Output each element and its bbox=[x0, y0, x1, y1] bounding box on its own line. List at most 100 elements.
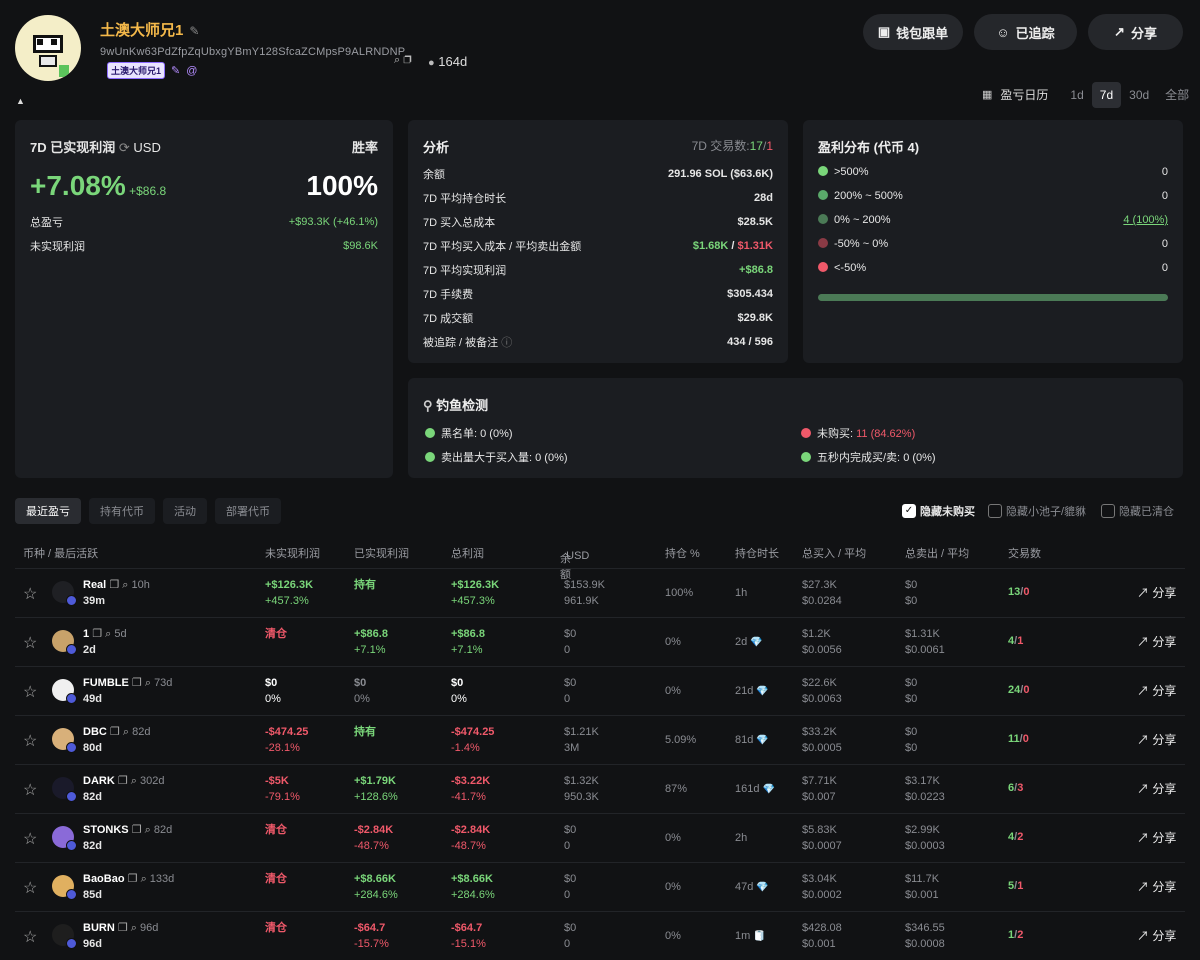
pnl-calendar-link[interactable]: 盈亏日历 bbox=[1000, 86, 1048, 103]
checkbox-icon[interactable] bbox=[988, 504, 1002, 518]
tf-30d[interactable]: 30d bbox=[1121, 82, 1157, 108]
col-duration[interactable]: 持仓时长 bbox=[735, 545, 779, 561]
tab-activity[interactable]: 活动 bbox=[163, 498, 207, 524]
row-share-button[interactable]: ↗ 分享 bbox=[1137, 682, 1176, 699]
row-share-button[interactable]: ↗ 分享 bbox=[1137, 780, 1176, 797]
duration-cell: 21d 💎 bbox=[735, 685, 769, 697]
star-icon[interactable]: ☆ bbox=[23, 780, 37, 800]
star-icon[interactable]: ☆ bbox=[23, 829, 37, 849]
at-icon[interactable]: @ bbox=[186, 65, 197, 77]
unrealized-cell: +$126.3K +457.3% bbox=[265, 579, 314, 607]
col-bought[interactable]: 总买入 / 平均 bbox=[802, 545, 866, 561]
edit-tag-icon[interactable]: ✎ bbox=[171, 64, 180, 77]
copy-icon[interactable]: ❐ bbox=[92, 628, 102, 640]
search-icon[interactable]: ⌕ bbox=[131, 775, 137, 787]
checkbox-icon[interactable]: ✓ bbox=[902, 504, 916, 518]
row-share-button[interactable]: ↗ 分享 bbox=[1137, 731, 1176, 748]
col-realized[interactable]: 已实现利润 bbox=[354, 545, 409, 561]
tab-deployed[interactable]: 部署代币 bbox=[215, 498, 281, 524]
col-total[interactable]: 总利润 bbox=[451, 545, 484, 561]
diamond-icon: 💎 bbox=[756, 882, 769, 893]
table-row[interactable]: ☆ 1 ❐ ⌕ 5d 2d 清仓 +$86.8 +7.1% +$86.8 +7.1% $0 0 0%… bbox=[15, 617, 1185, 666]
refresh-icon[interactable]: ⟳ bbox=[119, 140, 130, 155]
copy-trade-button[interactable]: ▣ 钱包跟单 bbox=[863, 14, 963, 50]
sold-cell: $0 $0 bbox=[905, 726, 918, 754]
filter-hide-unbought[interactable]: ✓ 隐藏未购买 bbox=[902, 503, 975, 519]
col-trades[interactable]: 交易数 bbox=[1008, 545, 1041, 561]
total-profit-cell: +$86.8 +7.1% bbox=[451, 628, 485, 656]
search-icon[interactable]: ⌕ bbox=[131, 922, 137, 934]
row-share-button[interactable]: ↗ 分享 bbox=[1137, 878, 1176, 895]
wallet-name: 土澳大师兄1 ✎ bbox=[100, 22, 200, 39]
position-cell: 0% bbox=[665, 685, 681, 697]
row-share-button[interactable]: ↗ 分享 bbox=[1137, 584, 1176, 601]
unrealized-cell: 清仓 bbox=[265, 628, 287, 640]
help-icon[interactable]: ⓘ bbox=[501, 337, 512, 349]
star-icon[interactable]: ☆ bbox=[23, 584, 37, 604]
tab-holdings[interactable]: 持有代币 bbox=[89, 498, 155, 524]
total-profit-cell: -$3.22K -41.7% bbox=[451, 775, 491, 803]
tf-1d[interactable]: 1d bbox=[1062, 82, 1091, 108]
search-icon[interactable]: ⌕ bbox=[141, 873, 147, 885]
tf-7d[interactable]: 7d bbox=[1091, 81, 1122, 108]
star-icon[interactable]: ☆ bbox=[23, 682, 37, 702]
search-icon[interactable]: ⌕ bbox=[394, 54, 400, 66]
copy-icon[interactable]: ❐ bbox=[132, 824, 142, 836]
table-row[interactable]: ☆ BaoBao ❐ ⌕ 133d 85d 清仓 +$8.66K +284.6% +$8.6… bbox=[15, 862, 1185, 911]
dot-icon bbox=[801, 428, 811, 438]
copy-icon[interactable]: ❐ bbox=[403, 54, 411, 66]
analysis-title: 分析 bbox=[423, 140, 450, 155]
copy-icon[interactable]: ❐ bbox=[109, 579, 119, 591]
table-row[interactable]: ☆ STONKS ❐ ⌕ 82d 82d 清仓 -$2.84K -48.7% -$2.84K… bbox=[15, 813, 1185, 862]
following-button[interactable]: ☺ 已追踪 bbox=[974, 14, 1077, 50]
tf-all[interactable]: 全部 bbox=[1157, 80, 1197, 109]
total-profit-cell: $0 0% bbox=[451, 677, 467, 705]
share-icon: ↗ bbox=[1114, 24, 1125, 39]
table-row[interactable]: ☆ DARK ❐ ⌕ 302d 82d -$5K -79.1% +$1.79K +128.6… bbox=[15, 764, 1185, 813]
chevron-up-icon[interactable]: ▲ bbox=[16, 96, 25, 106]
star-icon[interactable]: ☆ bbox=[23, 731, 37, 751]
copy-icon[interactable]: ❐ bbox=[118, 775, 128, 787]
chain-icon bbox=[66, 595, 77, 606]
table-row[interactable]: ☆ DBC ❐ ⌕ 82d 80d -$474.25 -28.1% 持有 -$474.25-… bbox=[15, 715, 1185, 764]
filter-hide-small-pool[interactable]: 隐藏小池子/貔貅 bbox=[988, 503, 1086, 519]
table-row[interactable]: ☆ FUMBLE ❐ ⌕ 73d 49d $0 0% $0 0% $0 0% $0 0 0% 21d 💎… bbox=[15, 666, 1185, 715]
col-balance[interactable]: 余额 USD bbox=[560, 545, 589, 581]
total-profit-cell: +$8.66K +284.6% bbox=[451, 873, 495, 901]
star-icon[interactable]: ☆ bbox=[23, 878, 37, 898]
copy-icon[interactable]: ❐ bbox=[132, 677, 142, 689]
trades-cell: 5/1 bbox=[1008, 880, 1024, 892]
tab-recent-pnl[interactable]: 最近盈亏 bbox=[15, 498, 81, 524]
col-position[interactable]: 持仓 % bbox=[665, 545, 700, 561]
search-icon[interactable]: ⌕ bbox=[145, 677, 151, 689]
search-icon[interactable]: ⌕ bbox=[105, 628, 111, 640]
checkbox-icon[interactable] bbox=[1101, 504, 1115, 518]
row-share-button[interactable]: ↗ 分享 bbox=[1137, 829, 1176, 846]
avatar[interactable] bbox=[15, 15, 81, 81]
search-icon[interactable]: ⌕ bbox=[122, 579, 128, 591]
filter-hide-closed[interactable]: 隐藏已清仓 bbox=[1101, 503, 1174, 519]
star-icon[interactable]: ☆ bbox=[23, 633, 37, 653]
search-icon[interactable]: ⌕ bbox=[123, 726, 129, 738]
search-icon[interactable]: ⌕ bbox=[145, 824, 151, 836]
share-button[interactable]: ↗ 分享 bbox=[1088, 14, 1183, 50]
row-share-button[interactable]: ↗ 分享 bbox=[1137, 927, 1176, 944]
diamond-icon: 💎 bbox=[756, 735, 769, 746]
sol-icon: ● bbox=[428, 57, 435, 69]
table-row[interactable]: ☆ Real ❐ ⌕ 10h 39m +$126.3K +457.3% 持有 +$126.3… bbox=[15, 568, 1185, 617]
duration-cell: 161d 💎 bbox=[735, 783, 775, 795]
star-icon[interactable]: ☆ bbox=[23, 927, 37, 947]
edit-icon[interactable]: ✎ bbox=[189, 24, 199, 38]
copy-icon[interactable]: ❐ bbox=[128, 873, 138, 885]
col-unrealized[interactable]: 未实现利润 bbox=[265, 545, 320, 561]
row-share-button[interactable]: ↗ 分享 bbox=[1137, 633, 1176, 650]
col-sold[interactable]: 总卖出 / 平均 bbox=[905, 545, 969, 561]
realized-cell: 持有 bbox=[354, 579, 376, 591]
share-icon: ↗ bbox=[1137, 831, 1150, 845]
copy-icon[interactable]: ❐ bbox=[110, 726, 120, 738]
copy-icon[interactable]: ❐ bbox=[118, 922, 128, 934]
duration-cell: 47d 💎 bbox=[735, 881, 769, 893]
table-row[interactable]: ☆ BURN ❐ ⌕ 96d 96d 清仓 -$64.7 -15.7% -$64.7 -15.… bbox=[15, 911, 1185, 960]
col-token[interactable]: 币种 / 最后活跃 bbox=[23, 545, 98, 561]
realized-cell: -$64.7 -15.7% bbox=[354, 922, 389, 950]
